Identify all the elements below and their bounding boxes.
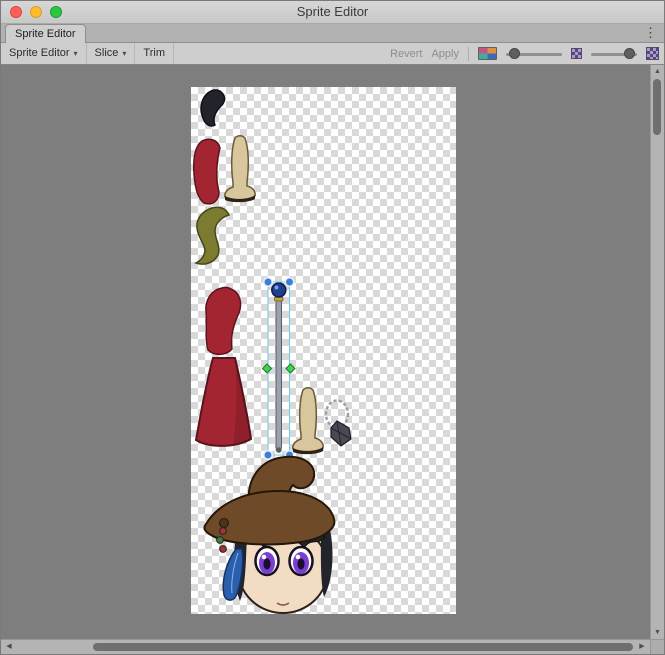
trim-button-label: Trim [143, 43, 165, 64]
sprite-sheet-art [191, 87, 456, 614]
scroll-left-icon[interactable]: ◀ [3, 640, 15, 654]
window-title: Sprite Editor [1, 1, 664, 23]
editor-canvas[interactable]: ▲ ▼ ◀ ▶ [1, 65, 664, 654]
sprite-editor-dropdown[interactable]: Sprite Editor ▾ [1, 43, 87, 64]
scroll-down-icon[interactable]: ▼ [651, 627, 664, 638]
chevron-down-icon: ▾ [122, 43, 126, 64]
trim-button[interactable]: Trim [135, 43, 174, 64]
sprite-staff[interactable] [272, 283, 286, 453]
titlebar: Sprite Editor [1, 1, 664, 24]
sprite-red-sleeve-large[interactable] [206, 287, 241, 354]
sprite-editor-dropdown-label: Sprite Editor [9, 43, 70, 64]
vertical-scrollbar-thumb[interactable] [653, 79, 661, 135]
sprite-boot-2[interactable] [293, 388, 323, 454]
apply-button[interactable]: Apply [431, 48, 459, 60]
right-eye [290, 547, 313, 575]
scale-handle-right[interactable] [286, 364, 295, 373]
sprite-head[interactable] [204, 457, 334, 613]
tab-strip: Sprite Editor ⋮ [1, 24, 664, 43]
tab-label: Sprite Editor [15, 28, 76, 40]
toolbar-separator [468, 47, 469, 61]
sprite-hair-lock[interactable] [201, 90, 224, 126]
corner-handle-bottom-left[interactable] [264, 451, 272, 459]
sprite-green-scarf[interactable] [196, 207, 229, 264]
revert-button[interactable]: Revert [390, 48, 422, 60]
toolbar: Sprite Editor ▾ Slice ▾ Trim Revert Appl… [1, 43, 664, 65]
sprite-amulet[interactable] [326, 401, 351, 447]
toolbar-right-group: Revert Apply [390, 47, 664, 61]
slice-dropdown[interactable]: Slice ▾ [87, 43, 136, 64]
mip-slider-knob[interactable] [624, 48, 635, 59]
sprite-boot[interactable] [225, 136, 255, 202]
zoom-slider[interactable] [506, 47, 562, 61]
kebab-menu-icon[interactable]: ⋮ [644, 25, 657, 41]
sprite-sheet[interactable] [191, 87, 456, 614]
scrollbar-corner [650, 639, 664, 654]
scroll-up-icon[interactable]: ▲ [651, 66, 664, 77]
corner-handle-top-left[interactable] [264, 278, 272, 286]
mip-small-icon [571, 48, 582, 59]
sprite-red-sleeve[interactable] [194, 139, 220, 204]
horizontal-scrollbar-thumb[interactable] [93, 643, 633, 651]
scroll-right-icon[interactable]: ▶ [636, 640, 648, 654]
corner-handle-top-right[interactable] [285, 278, 293, 286]
mip-large-icon [646, 47, 659, 60]
horizontal-scrollbar[interactable]: ◀ ▶ [1, 639, 650, 654]
scale-handle-left[interactable] [263, 364, 272, 373]
sprite-red-robe[interactable] [196, 358, 251, 446]
color-channels-icon[interactable] [478, 47, 497, 60]
mip-slider[interactable] [591, 47, 637, 61]
chevron-down-icon: ▾ [74, 43, 78, 64]
zoom-slider-knob[interactable] [509, 48, 520, 59]
left-eye [256, 547, 279, 575]
tab-sprite-editor[interactable]: Sprite Editor [5, 24, 86, 43]
vertical-scrollbar[interactable]: ▲ ▼ [650, 65, 664, 639]
slice-dropdown-label: Slice [95, 43, 119, 64]
sprite-editor-window: Sprite Editor Sprite Editor ⋮ Sprite Edi… [0, 0, 665, 655]
